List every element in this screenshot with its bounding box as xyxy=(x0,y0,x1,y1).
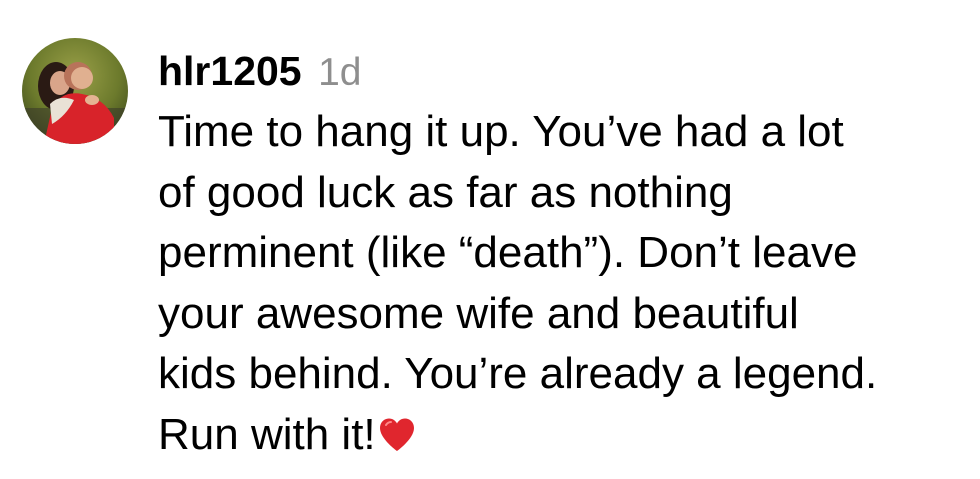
profile-photo-icon xyxy=(22,38,128,144)
comment-timestamp[interactable]: 1d xyxy=(318,51,361,94)
comment-text: Time to hang it up. You’ve had a lot of … xyxy=(158,102,974,465)
comment-text-line: Time to hang it up. You’ve had a lot xyxy=(158,107,844,156)
comment-item: hlr1205 1d Time to hang it up. You’ve ha… xyxy=(0,0,980,479)
comment-text-line: kids behind. You’re already a legend. xyxy=(158,349,878,398)
comment-text-last-line: Run with it! xyxy=(158,405,974,466)
comment-text-line: perminent (like “death”). Don’t leave xyxy=(158,228,858,277)
comment-username[interactable]: hlr1205 xyxy=(158,48,302,94)
comment-text-line: of good luck as far as nothing xyxy=(158,167,733,217)
user-avatar[interactable] xyxy=(22,38,128,144)
red-heart-icon xyxy=(378,417,416,453)
comment-text-line: Run with it! xyxy=(158,409,376,459)
comment-text-line: your awesome wife and beautiful xyxy=(158,288,799,338)
